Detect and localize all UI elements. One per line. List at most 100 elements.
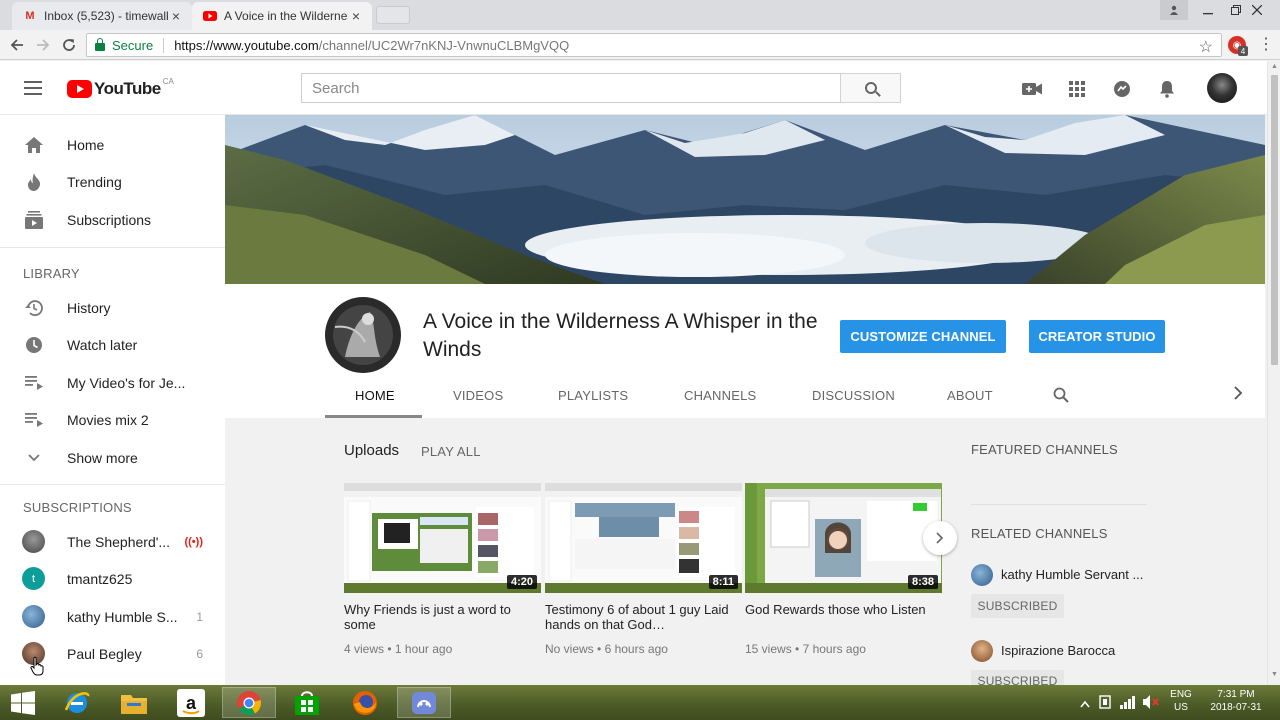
search-input[interactable]: Search xyxy=(301,73,841,103)
guide-divider xyxy=(0,484,225,485)
left-guide: Home Trending Subscriptions LIBRARY Hist… xyxy=(0,115,225,685)
discord-icon[interactable] xyxy=(397,687,451,718)
address-bar[interactable]: Secure https://www.youtube.com/channel/U… xyxy=(86,33,1222,57)
youtube-icon xyxy=(202,10,218,22)
upload-video-icon[interactable] xyxy=(1021,78,1043,100)
logo-text: YouTube xyxy=(94,79,161,98)
country-code: CA xyxy=(162,77,174,86)
file-explorer-icon[interactable] xyxy=(107,687,161,718)
browser-tab-gmail[interactable]: M Inbox (5,523) - timewalke × xyxy=(12,2,192,30)
video-thumbnail[interactable]: 8:11 xyxy=(545,483,742,593)
youtube-logo[interactable]: YouTube CA xyxy=(67,77,174,99)
channel-search-icon[interactable] xyxy=(1053,387,1069,406)
video-thumbnail[interactable]: 4:20 xyxy=(344,483,541,593)
user-icon[interactable] xyxy=(1160,0,1188,20)
channel-avatar[interactable] xyxy=(325,297,401,373)
search-button[interactable] xyxy=(840,73,901,103)
new-tab-button[interactable] xyxy=(376,6,410,24)
store-icon[interactable] xyxy=(280,687,334,718)
subscribed-button[interactable]: SUBSCRIBED xyxy=(971,670,1064,685)
guide-item-playlist-2[interactable]: Movies mix 2 xyxy=(0,401,225,438)
messages-icon[interactable] xyxy=(1111,78,1133,100)
tabs-next-arrow-icon[interactable] xyxy=(1233,384,1243,405)
internet-explorer-icon[interactable] xyxy=(50,687,104,718)
firefox-icon[interactable] xyxy=(338,687,392,718)
tab-videos[interactable]: VIDEOS xyxy=(453,388,503,403)
chevron-down-icon xyxy=(24,448,44,468)
uploads-shelf-title[interactable]: Uploads xyxy=(344,442,399,459)
tab-home[interactable]: HOME xyxy=(355,388,395,403)
forward-arrow-icon[interactable] xyxy=(33,35,53,55)
browser-tab-youtube[interactable]: A Voice in the Wilderness × xyxy=(192,2,372,30)
shelf-next-arrow-icon[interactable] xyxy=(923,521,957,555)
youtube-play-icon xyxy=(67,80,92,98)
related-channel-avatar[interactable] xyxy=(971,640,993,662)
tab-close-icon[interactable]: × xyxy=(348,8,364,24)
url-path: /channel/UC2Wr7nKNJ-VnwnuCLBMgVQQ xyxy=(318,37,570,53)
system-clock[interactable]: 7:31 PM 2018-07-31 xyxy=(1204,688,1268,714)
tab-about[interactable]: ABOUT xyxy=(947,388,993,403)
guide-divider xyxy=(0,247,225,248)
subscription-item[interactable]: kathy Humble S... 1 xyxy=(0,598,225,635)
customize-channel-button[interactable]: CUSTOMIZE CHANNEL xyxy=(840,320,1006,353)
playlist-icon xyxy=(24,373,44,393)
guide-item-history[interactable]: History xyxy=(0,289,225,326)
scroll-up-arrow-icon[interactable]: ▲ xyxy=(1271,63,1278,70)
home-icon xyxy=(24,135,44,155)
account-avatar[interactable] xyxy=(1207,73,1237,103)
sidebar-divider xyxy=(971,504,1147,505)
guide-item-subscriptions[interactable]: Subscriptions xyxy=(0,201,225,238)
amazon-icon[interactable]: a xyxy=(164,687,218,718)
guide-item-playlist-1[interactable]: My Video's for Je... xyxy=(0,364,225,401)
back-arrow-icon[interactable] xyxy=(7,35,27,55)
wifi-signal-icon[interactable] xyxy=(1120,695,1136,712)
browser-menu-icon[interactable]: ⋮ xyxy=(1258,37,1274,53)
creator-studio-button[interactable]: CREATOR STUDIO xyxy=(1029,320,1165,353)
guide-label: Watch later xyxy=(67,336,138,353)
svg-text:a: a xyxy=(186,693,197,713)
url-host: https://www.youtube.com xyxy=(174,37,319,53)
video-title[interactable]: Testimony 6 of about 1 guy Laid hands on… xyxy=(545,602,735,632)
region-code: US xyxy=(1174,702,1188,713)
language-indicator[interactable]: ENG US xyxy=(1166,688,1196,714)
tab-title: Inbox (5,523) - timewalke xyxy=(44,9,168,23)
bookmark-star-icon[interactable]: ☆ xyxy=(1199,37,1213,57)
guide-item-show-more[interactable]: Show more xyxy=(0,439,225,476)
related-channel-avatar[interactable] xyxy=(971,564,993,586)
channel-header: A Voice in the Wilderness A Whisper in t… xyxy=(225,284,1265,418)
guide-item-watch-later[interactable]: Watch later xyxy=(0,326,225,363)
tab-discussion[interactable]: DISCUSSION xyxy=(812,388,895,403)
playlist-icon xyxy=(24,410,44,430)
subscription-item[interactable]: The Shepherd'... ((•)) xyxy=(0,523,225,560)
language-code: ENG xyxy=(1170,689,1192,700)
scroll-down-arrow-icon[interactable]: ▼ xyxy=(1271,671,1278,678)
video-thumbnail[interactable]: 8:38 xyxy=(745,483,942,593)
scrollbar-thumb[interactable] xyxy=(1271,75,1278,365)
subscriptions-heading: SUBSCRIPTIONS xyxy=(23,500,132,515)
chrome-icon[interactable] xyxy=(222,687,276,718)
video-title[interactable]: God Rewards those who Listen xyxy=(745,602,935,617)
window-close-icon[interactable] xyxy=(1234,0,1280,20)
windows-start-icon[interactable] xyxy=(0,687,46,718)
volume-muted-icon[interactable] xyxy=(1143,695,1159,712)
notifications-bell-icon[interactable] xyxy=(1156,78,1178,100)
reload-icon[interactable] xyxy=(59,35,79,55)
tab-playlists[interactable]: PLAYLISTS xyxy=(558,388,628,403)
guide-item-home[interactable]: Home xyxy=(0,126,225,163)
video-title[interactable]: Why Friends is just a word to some xyxy=(344,602,534,632)
guide-label: tmantz625 xyxy=(67,570,133,587)
subscribed-button[interactable]: SUBSCRIBED xyxy=(971,594,1064,618)
show-hidden-icons-icon[interactable] xyxy=(1080,696,1090,711)
minimize-icon[interactable] xyxy=(1194,0,1222,20)
subscription-item[interactable]: t tmantz625 xyxy=(0,560,225,597)
related-channel-name[interactable]: Ispirazione Barocca xyxy=(1001,643,1115,658)
page-scrollbar[interactable]: ▲ ▼ xyxy=(1267,61,1280,685)
related-channel-name[interactable]: kathy Humble Servant ... xyxy=(1001,567,1143,582)
play-all-button[interactable]: PLAY ALL xyxy=(421,444,481,459)
hamburger-menu-icon[interactable] xyxy=(24,81,42,95)
tab-close-icon[interactable]: × xyxy=(168,8,184,24)
guide-item-trending[interactable]: Trending xyxy=(0,163,225,200)
network-device-icon[interactable] xyxy=(1098,694,1112,713)
tab-channels[interactable]: CHANNELS xyxy=(684,388,756,403)
apps-grid-icon[interactable] xyxy=(1066,78,1088,100)
